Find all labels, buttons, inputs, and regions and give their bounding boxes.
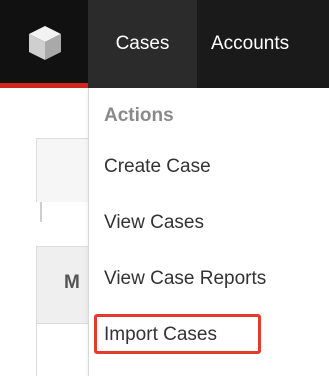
- menu-item-import-cases[interactable]: Import Cases: [104, 324, 217, 346]
- background-tab[interactable]: [36, 138, 96, 202]
- page: M Cases Accounts Actions Create Case Vie…: [0, 0, 329, 376]
- cases-dropdown-menu: Actions Create Case View Cases View Case…: [88, 88, 329, 376]
- top-navbar: Cases Accounts: [0, 0, 329, 88]
- logo-button[interactable]: [0, 0, 88, 83]
- background-panel-letter: M: [64, 272, 80, 293]
- menu-item-view-case-reports[interactable]: View Case Reports: [104, 268, 266, 290]
- menu-heading-actions: Actions: [104, 105, 174, 126]
- menu-item-create-case[interactable]: Create Case: [104, 156, 211, 178]
- nav-tab-cases[interactable]: Cases: [88, 0, 197, 88]
- nav-tab-accounts[interactable]: Accounts: [197, 0, 329, 88]
- logo-accent-strip: [0, 83, 88, 88]
- cube-icon: [29, 26, 61, 60]
- menu-item-view-cases[interactable]: View Cases: [104, 212, 204, 234]
- background-divider: [40, 202, 42, 222]
